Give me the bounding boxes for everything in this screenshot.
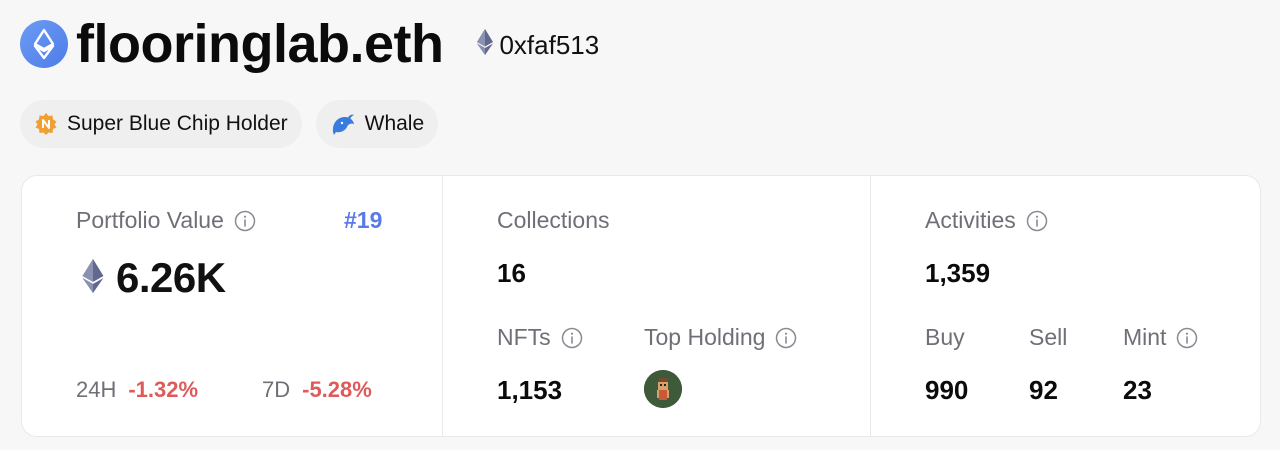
sell-value: 92 (1029, 375, 1058, 405)
nfts-value: 1,153 (497, 375, 563, 405)
change-24h-label: 24H (76, 377, 117, 402)
sell-label: Sell (1029, 324, 1068, 350)
buy-label: Buy (925, 324, 965, 350)
change-7d-label: 7D (262, 377, 291, 402)
portfolio-value-label-text: Portfolio Value (76, 207, 224, 233)
whale-icon (330, 112, 356, 136)
portfolio-value: 6.26K (82, 254, 226, 302)
portfolio-section: Portfolio Value #19 6.26K 24H -1.32% 7D … (22, 176, 443, 436)
portfolio-rank[interactable]: #19 (344, 207, 382, 234)
info-icon[interactable] (775, 327, 797, 349)
collections-label: Collections (497, 207, 610, 233)
nfts-label-text: NFTs (497, 324, 551, 350)
top-holding-label-text: Top Holding (644, 324, 766, 350)
ethereum-icon (477, 28, 494, 62)
activities-value: 1,359 (925, 258, 991, 288)
nfts-label: NFTs (497, 324, 583, 351)
wallet-address[interactable]: 0xfaf513 (477, 28, 600, 62)
top-holding-nft-avatar[interactable] (644, 370, 682, 408)
buy-value: 990 (925, 375, 969, 405)
badge-label: Super Blue Chip Holder (67, 112, 288, 135)
stats-card: Portfolio Value #19 6.26K 24H -1.32% 7D … (21, 175, 1261, 437)
change-7d-value: -5.28% (302, 377, 372, 402)
change-7d: 7D -5.28% (262, 377, 372, 403)
change-24h: 24H -1.32% (76, 377, 198, 403)
change-24h-value: -1.32% (128, 377, 199, 402)
portfolio-value-number: 6.26K (116, 254, 226, 301)
mint-label-text: Mint (1123, 324, 1167, 350)
badge-label: Whale (364, 112, 425, 135)
activities-section: Activities 1,359 Buy 990 Sell 92 Mint 23 (871, 176, 1260, 436)
wallet-address-text: 0xfaf513 (499, 29, 600, 60)
info-icon[interactable] (1176, 327, 1198, 349)
mint-label: Mint (1123, 324, 1198, 351)
ens-logo-icon (20, 20, 68, 68)
profile-title: flooringlab.eth (76, 14, 444, 74)
top-holding-label: Top Holding (644, 324, 797, 351)
collections-value: 16 (497, 258, 526, 288)
portfolio-value-label: Portfolio Value (76, 207, 256, 234)
ethereum-icon (82, 258, 104, 298)
info-icon[interactable] (234, 210, 256, 232)
badge-list: Super Blue Chip Holder Whale (20, 100, 439, 148)
badge-super-blue-chip-holder[interactable]: Super Blue Chip Holder (20, 100, 302, 148)
badge-whale[interactable]: Whale (315, 100, 439, 148)
info-icon[interactable] (1026, 210, 1048, 232)
mint-value: 23 (1123, 375, 1152, 405)
activities-label-text: Activities (925, 207, 1016, 233)
collections-section: Collections 16 NFTs 1,153 Top Holding (443, 176, 871, 436)
activities-label: Activities (925, 207, 1048, 234)
info-icon[interactable] (561, 327, 583, 349)
profile-header: flooringlab.eth 0xfaf513 (20, 14, 599, 74)
blue-chip-badge-icon (34, 112, 58, 136)
